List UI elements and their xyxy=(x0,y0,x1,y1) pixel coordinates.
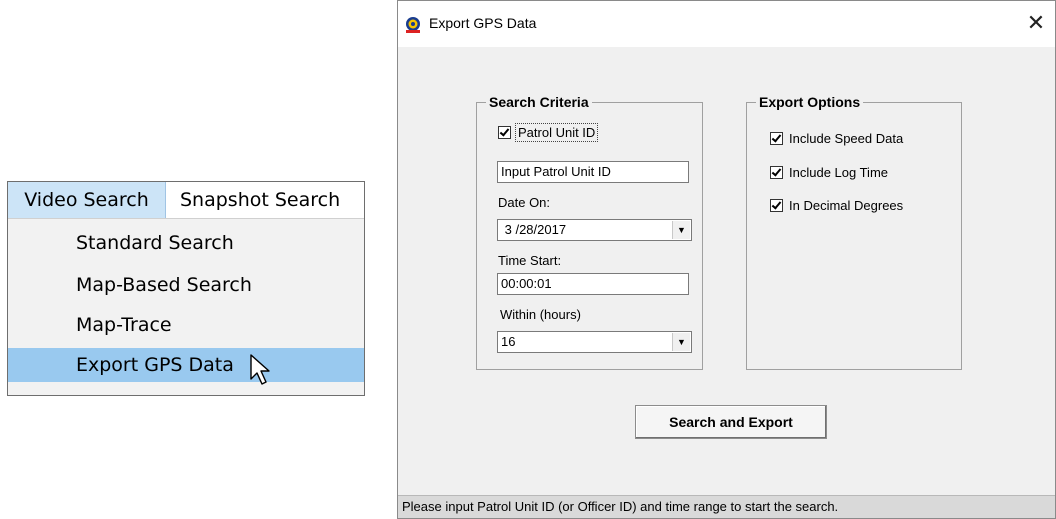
time-start-input[interactable]: 00:00:01 xyxy=(497,273,689,295)
export-options-legend: Export Options xyxy=(756,94,864,110)
dialog-title: Export GPS Data xyxy=(429,15,537,31)
menu-item-map-trace[interactable]: Map-Trace xyxy=(8,308,364,342)
search-and-export-button[interactable]: Search and Export xyxy=(635,405,827,439)
within-hours-value: 16 xyxy=(501,334,516,349)
patrol-unit-id-input[interactable]: Input Patrol Unit ID xyxy=(497,161,689,183)
checkbox-checked-icon xyxy=(770,166,783,179)
within-hours-label: Within (hours) xyxy=(500,307,581,322)
menu-item-export-gps-data[interactable]: Export GPS Data xyxy=(8,348,364,382)
dropdown-arrow-icon[interactable]: ▼ xyxy=(672,333,690,351)
date-on-label: Date On: xyxy=(498,195,551,210)
mouse-pointer-icon xyxy=(250,354,270,385)
include-speed-data-label: Include Speed Data xyxy=(789,131,904,146)
dropdown-arrow-icon[interactable]: ▼ xyxy=(672,221,690,239)
status-bar: Please input Patrol Unit ID (or Officer … xyxy=(398,495,1055,518)
menu-bar: Video Search Snapshot Search xyxy=(8,182,364,219)
include-speed-data-checkbox[interactable]: Include Speed Data xyxy=(770,131,903,146)
include-log-time-label: Include Log Time xyxy=(789,165,889,180)
search-criteria-group: Search Criteria Patrol Unit ID Input Pat… xyxy=(476,94,703,370)
dialog-titlebar: Export GPS Data ✕ xyxy=(398,1,1055,47)
time-start-label: Time Start: xyxy=(498,253,562,268)
checkbox-checked-icon xyxy=(770,199,783,212)
in-decimal-degrees-checkbox[interactable]: In Decimal Degrees xyxy=(770,198,903,213)
menu-video-search[interactable]: Video Search xyxy=(8,182,166,218)
menu-item-standard-search[interactable]: Standard Search xyxy=(8,226,364,260)
export-gps-dialog: Export GPS Data ✕ Search Criteria Patrol… xyxy=(397,0,1056,519)
date-on-picker[interactable]: 3 /28/2017 ▼ xyxy=(497,219,692,241)
patrol-unit-checkbox-label: Patrol Unit ID xyxy=(514,123,599,142)
export-options-group: Export Options Include Speed Data Includ… xyxy=(746,94,962,370)
patrol-unit-checkbox[interactable]: Patrol Unit ID xyxy=(498,123,599,142)
menu-snapshot-search[interactable]: Snapshot Search xyxy=(180,182,340,218)
checkbox-checked-icon xyxy=(770,132,783,145)
search-menu: Video Search Snapshot Search Standard Se… xyxy=(7,181,365,396)
search-criteria-legend: Search Criteria xyxy=(486,94,592,110)
within-hours-select[interactable]: 16 ▼ xyxy=(497,331,692,353)
in-decimal-degrees-label: In Decimal Degrees xyxy=(789,198,904,213)
include-log-time-checkbox[interactable]: Include Log Time xyxy=(770,165,888,180)
app-logo-icon xyxy=(406,17,420,33)
checkbox-checked-icon xyxy=(498,126,511,139)
menu-item-map-based-search[interactable]: Map-Based Search xyxy=(8,268,364,302)
close-icon[interactable]: ✕ xyxy=(1019,9,1053,39)
date-on-value: 3 /28/2017 xyxy=(501,222,567,237)
